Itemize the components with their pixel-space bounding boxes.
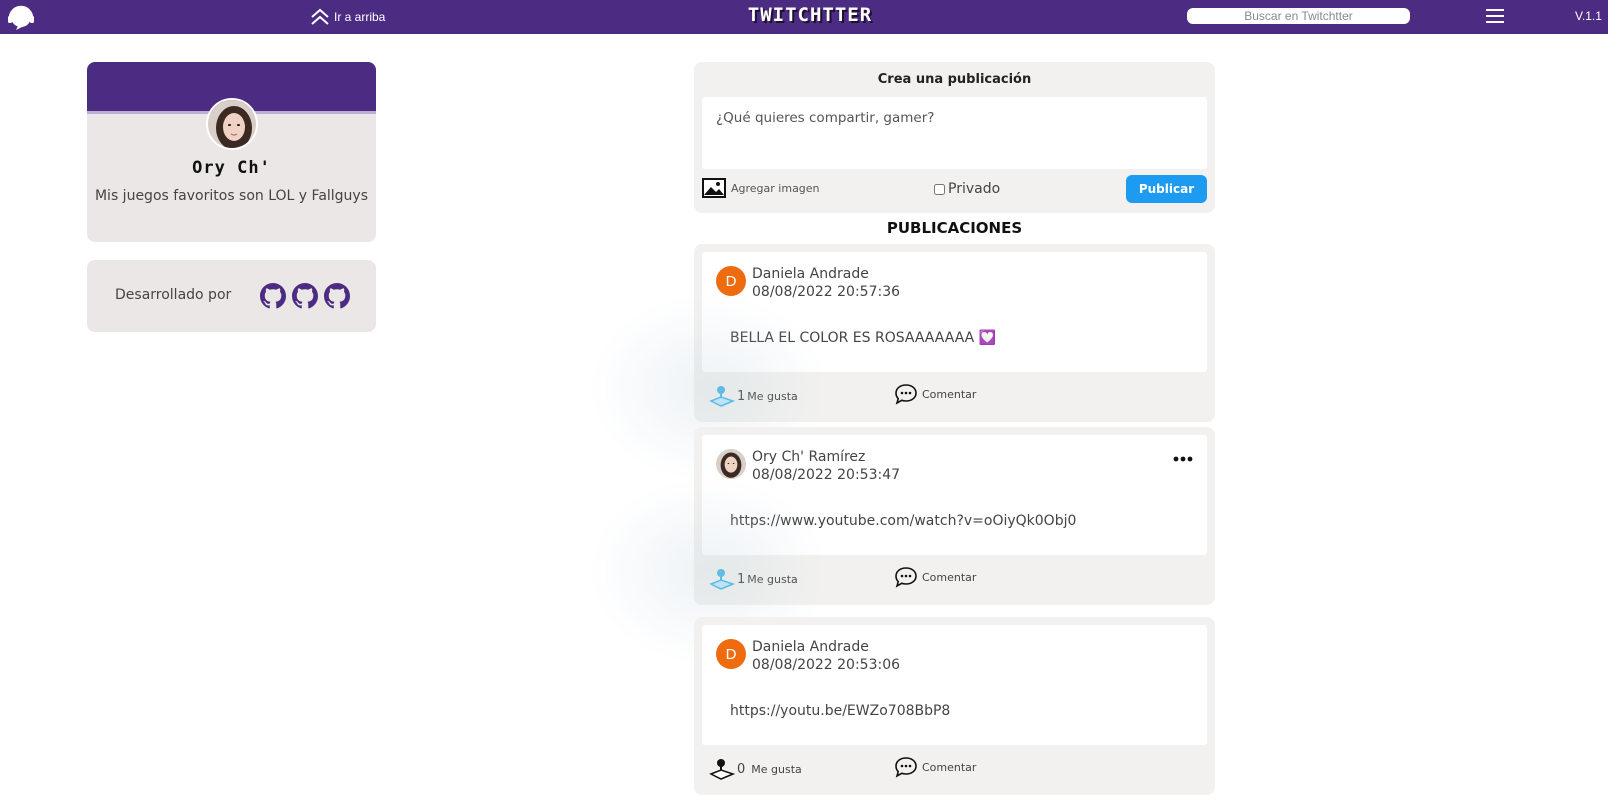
post-author[interactable]: Daniela Andrade	[752, 266, 869, 282]
like-label: Me gusta	[751, 762, 802, 776]
private-checkbox[interactable]	[934, 183, 945, 195]
like-button[interactable]: 1 Me gusta	[589, 476, 829, 666]
double-chevron-up-icon	[311, 8, 329, 25]
profile-card: Ory Ch' Mis juegos favoritos son LOL y F…	[87, 62, 376, 242]
user-photo-icon	[716, 449, 746, 479]
post-author[interactable]: Ory Ch' Ramírez	[752, 449, 865, 465]
post-text[interactable]: https://www.youtube.com/watch?v=oOiyQk0O…	[730, 513, 1076, 529]
comment-label: Comentar	[922, 760, 977, 774]
github-icon[interactable]	[260, 283, 286, 309]
publish-button[interactable]: Publicar	[1126, 175, 1207, 203]
top-navbar: Ir a arriba TWITCHTTER V.1.1	[0, 0, 1608, 34]
like-button[interactable]: 0 Me gusta	[709, 756, 802, 782]
hamburger-menu-icon[interactable]	[1486, 8, 1504, 24]
chat-bubble-icon	[895, 384, 917, 405]
chat-bubble-icon	[895, 757, 917, 778]
image-icon	[702, 178, 726, 198]
post-avatar[interactable]: D	[716, 639, 746, 669]
search-input[interactable]	[1187, 8, 1410, 24]
profile-bio: Mis juegos favoritos son LOL y Fallguys	[94, 188, 369, 204]
developed-by-card: Desarrollado por	[87, 260, 376, 332]
post-card: D Daniela Andrade 08/08/2022 20:57:36 BE…	[589, 244, 1215, 483]
like-label: Me gusta	[747, 572, 798, 586]
like-count: 1	[737, 571, 746, 587]
private-label: Privado	[948, 181, 1001, 197]
posts-heading: PUBLICACIONES	[886, 219, 1023, 237]
like-label: Me gusta	[747, 389, 798, 403]
github-icon[interactable]	[324, 283, 350, 309]
version-label: V.1.1	[1575, 9, 1602, 23]
add-image-button[interactable]: Agregar imagen	[702, 178, 820, 198]
joystick-like-icon	[709, 569, 735, 590]
post-card: Ory Ch' Ramírez 08/08/2022 20:53:47 http…	[589, 427, 1215, 666]
profile-avatar[interactable]	[206, 98, 258, 150]
joystick-like-icon	[709, 759, 735, 780]
github-icon[interactable]	[292, 283, 318, 309]
comment-label: Comentar	[922, 570, 977, 584]
post-textarea[interactable]	[702, 97, 1207, 169]
post-text: BELLA EL COLOR ES ROSAAAAAAA 💟	[730, 330, 997, 346]
like-button[interactable]: 1 Me gusta	[589, 293, 829, 483]
post-date: 08/08/2022 20:53:47	[752, 467, 901, 483]
joystick-like-icon	[709, 386, 735, 407]
create-post-card: Crea una publicación Agregar imagen Priv…	[694, 62, 1215, 213]
comment-label: Comentar	[922, 387, 977, 401]
like-count: 0	[737, 761, 746, 777]
like-count: 1	[737, 388, 746, 404]
post-date: 08/08/2022 20:53:06	[752, 657, 901, 673]
post-body: Ory Ch' Ramírez 08/08/2022 20:53:47 http…	[702, 435, 1207, 555]
post-avatar[interactable]: D	[716, 266, 746, 296]
profile-name: Ory Ch'	[192, 158, 271, 178]
comment-button[interactable]: Comentar	[894, 566, 976, 588]
post-author[interactable]: Daniela Andrade	[752, 639, 869, 655]
comment-button[interactable]: Comentar	[894, 383, 976, 405]
developed-by-label: Desarrollado por	[115, 287, 232, 303]
post-date: 08/08/2022 20:57:36	[752, 284, 901, 300]
add-image-label: Agregar imagen	[731, 181, 820, 195]
go-to-top-label: Ir a arriba	[334, 10, 386, 24]
brand-title[interactable]: TWITCHTTER	[700, 4, 920, 26]
post-body: D Daniela Andrade 08/08/2022 20:53:06 ht…	[702, 625, 1207, 745]
private-toggle[interactable]: Privado	[934, 181, 1000, 197]
post-avatar[interactable]	[716, 449, 746, 479]
headset-logo-icon[interactable]	[6, 4, 36, 30]
post-text[interactable]: https://youtu.be/EWZo708BbP8	[730, 703, 950, 719]
post-body: D Daniela Andrade 08/08/2022 20:57:36 BE…	[702, 252, 1207, 372]
user-photo-icon	[208, 100, 256, 148]
more-options-icon[interactable]	[1172, 455, 1194, 463]
go-to-top-link[interactable]: Ir a arriba	[310, 7, 385, 27]
chat-bubble-icon	[895, 567, 917, 588]
create-post-title: Crea una publicación	[877, 72, 1032, 87]
comment-button[interactable]: Comentar	[894, 756, 976, 778]
post-card: D Daniela Andrade 08/08/2022 20:53:06 ht…	[694, 617, 1215, 795]
